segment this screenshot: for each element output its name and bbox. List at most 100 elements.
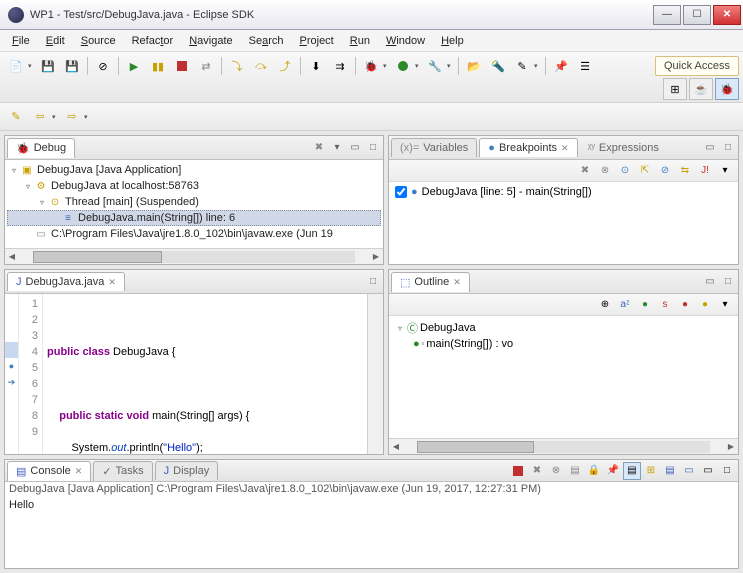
marker-ruler[interactable]: ● ➔ xyxy=(5,294,19,454)
debug-tree[interactable]: ▿▣DebugJava [Java Application] ▿⚙DebugJa… xyxy=(5,160,383,248)
remove-bp-button[interactable]: ✖ xyxy=(576,162,594,180)
focus-button[interactable]: ⊕ xyxy=(596,296,614,314)
search-button[interactable]: 🔦 xyxy=(487,55,509,77)
tab-expressions[interactable]: ᵡʸ Expressions xyxy=(580,139,667,157)
menu-navigate[interactable]: Navigate xyxy=(181,32,240,50)
remove-all-bp-button[interactable]: ⊗ xyxy=(596,162,614,180)
tab-variables[interactable]: (x)= Variables xyxy=(391,138,477,157)
tab-display[interactable]: J Display xyxy=(155,461,219,480)
pin-button[interactable]: 📌 xyxy=(550,55,572,77)
quick-access[interactable]: Quick Access xyxy=(655,56,739,76)
tab-editor-file[interactable]: J DebugJava.java ✕ xyxy=(7,272,125,291)
menu-edit[interactable]: Edit xyxy=(38,32,73,50)
suspend-button[interactable]: ▮▮ xyxy=(147,55,169,77)
goto-file-button[interactable]: ⇱ xyxy=(636,162,654,180)
hide-fields-button[interactable]: ● xyxy=(636,296,654,314)
bp-minimize[interactable]: ▭ xyxy=(702,140,718,156)
menu-window[interactable]: Window xyxy=(378,32,433,50)
step-into-button[interactable]: ⤵ xyxy=(226,55,248,77)
add-exception-button[interactable]: J! xyxy=(696,162,714,180)
debug-view-menu[interactable]: ✖ xyxy=(311,140,327,156)
disconnect-button[interactable]: ⇄ xyxy=(195,55,217,77)
hide-local-button[interactable]: ● xyxy=(696,296,714,314)
console-output[interactable]: Hello xyxy=(5,496,738,568)
menu-help[interactable]: Help xyxy=(433,32,472,50)
open-console-button[interactable]: ▤ xyxy=(661,462,679,480)
new-console-button[interactable]: ▭ xyxy=(680,462,698,480)
remove-all-launch-button[interactable]: ⊗ xyxy=(547,462,565,480)
link-button[interactable]: ⇆ xyxy=(676,162,694,180)
tab-outline[interactable]: ⬚ Outline ✕ xyxy=(391,272,470,292)
task-button[interactable]: ☰ xyxy=(574,55,596,77)
bp-maximize[interactable]: □ xyxy=(720,140,736,156)
hide-nonpublic-button[interactable]: ● xyxy=(676,296,694,314)
step-return-button[interactable]: ⤴ xyxy=(274,55,296,77)
menu-file[interactable]: File xyxy=(4,32,38,50)
display-selected-button[interactable]: ⊞ xyxy=(642,462,660,480)
close-button[interactable]: ✕ xyxy=(713,5,741,25)
debug-maximize[interactable]: □ xyxy=(365,140,381,156)
bp-row[interactable]: ● DebugJava [line: 5] - main(String[]) xyxy=(391,184,736,200)
run-button[interactable] xyxy=(392,55,414,77)
debug-minimize[interactable]: ▭ xyxy=(347,140,363,156)
code-area[interactable]: public class DebugJava { public static v… xyxy=(43,294,367,454)
bp-checkbox[interactable] xyxy=(395,186,407,198)
console-minimize[interactable]: ▭ xyxy=(699,462,717,480)
outline-hscroll[interactable]: ◀▶ xyxy=(389,438,738,454)
debug-hscroll[interactable]: ◀▶ xyxy=(5,248,383,264)
scroll-lock-button[interactable]: 🔒 xyxy=(585,462,603,480)
external-tools-button[interactable]: 🔧 xyxy=(424,55,446,77)
bp-list[interactable]: ● DebugJava [line: 5] - main(String[]) xyxy=(389,182,738,264)
tab-console[interactable]: ▤ Console ✕ xyxy=(7,461,91,481)
hide-static-button[interactable]: s xyxy=(656,296,674,314)
console-maximize[interactable]: □ xyxy=(718,462,736,480)
outline-tree[interactable]: ▿ⒸDebugJava ●ˢmain(String[]) : vo xyxy=(389,316,738,438)
editor-maximize[interactable]: □ xyxy=(365,274,381,290)
skip-all-button[interactable]: ⊘ xyxy=(656,162,674,180)
save-all-button[interactable]: 💾 xyxy=(61,55,83,77)
last-edit-button[interactable]: ✎ xyxy=(5,106,27,128)
tab-tasks[interactable]: ✓ Tasks xyxy=(93,461,152,481)
bp-view-menu[interactable]: ▾ xyxy=(716,162,734,180)
close-icon[interactable]: ✕ xyxy=(108,277,116,288)
java-perspective-button[interactable]: ☕ xyxy=(689,78,713,100)
forward-button[interactable]: ⇨ xyxy=(61,106,83,128)
maximize-button[interactable]: ☐ xyxy=(683,5,711,25)
menu-source[interactable]: Source xyxy=(73,32,124,50)
show-supported-button[interactable]: ⊙ xyxy=(616,162,634,180)
remove-launch-button[interactable]: ✖ xyxy=(528,462,546,480)
skip-breakpoints-button[interactable]: ⊘ xyxy=(92,55,114,77)
close-icon[interactable]: ✕ xyxy=(75,466,83,477)
debug-button[interactable]: 🐞 xyxy=(360,55,382,77)
menu-run[interactable]: Run xyxy=(342,32,378,50)
editor-vscroll[interactable] xyxy=(367,294,383,454)
debug-perspective-button[interactable]: 🐞 xyxy=(715,78,739,100)
close-icon[interactable]: ✕ xyxy=(453,277,461,288)
menu-search[interactable]: Search xyxy=(241,32,292,50)
outline-minimize[interactable]: ▭ xyxy=(702,274,718,290)
outline-menu[interactable]: ▾ xyxy=(716,296,734,314)
close-icon[interactable]: ✕ xyxy=(561,143,569,154)
save-button[interactable]: 💾 xyxy=(37,55,59,77)
editor-body[interactable]: ● ➔ 123456789 public class DebugJava { p… xyxy=(5,294,383,454)
debug-view-dropdown[interactable]: ▾ xyxy=(329,140,345,156)
new-button[interactable]: 📄 xyxy=(5,55,27,77)
open-perspective-button[interactable]: ⊞ xyxy=(663,78,687,100)
drop-to-frame-button[interactable]: ⬇ xyxy=(305,55,327,77)
step-filters-button[interactable]: ⇉ xyxy=(329,55,351,77)
tab-debug[interactable]: 🐞 Debug xyxy=(7,138,75,158)
toggle-mark-button[interactable]: ✎ xyxy=(511,55,533,77)
outline-maximize[interactable]: □ xyxy=(720,274,736,290)
tab-breakpoints[interactable]: ● Breakpoints ✕ xyxy=(479,138,577,157)
terminate-button[interactable] xyxy=(171,55,193,77)
step-over-button[interactable]: ⤼ xyxy=(250,55,272,77)
resume-button[interactable]: ▶ xyxy=(123,55,145,77)
open-type-button[interactable]: 📂 xyxy=(463,55,485,77)
pin-console-button[interactable]: 📌 xyxy=(604,462,622,480)
menu-refactor[interactable]: Refactor xyxy=(124,32,182,50)
terminate-console-button[interactable] xyxy=(509,462,527,480)
show-console-button[interactable]: ▤ xyxy=(623,462,641,480)
sort-button[interactable]: aᶻ xyxy=(616,296,634,314)
minimize-button[interactable]: — xyxy=(653,5,681,25)
clear-console-button[interactable]: ▤ xyxy=(566,462,584,480)
